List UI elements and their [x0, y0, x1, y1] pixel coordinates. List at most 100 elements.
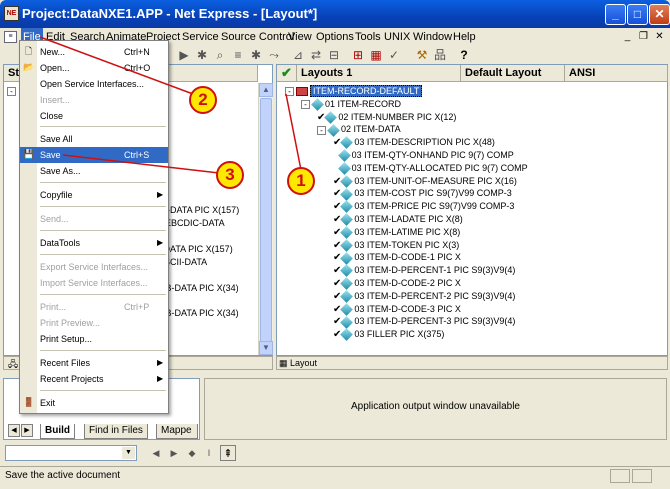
column-default-layout[interactable]: Default Layout	[461, 65, 565, 82]
left-fragment-6: MB-DATA PIC X(34)	[158, 308, 239, 318]
menu-tools[interactable]: Tools	[353, 28, 383, 46]
move-top-icon[interactable]: ⇞	[220, 445, 236, 461]
tree-node[interactable]: ✔ 03 ITEM-UNIT-OF-MEASURE PIC X(16)	[333, 174, 517, 188]
grid-icon[interactable]: ▦	[368, 47, 384, 63]
mdi-restore-button[interactable]: ❐	[636, 30, 651, 43]
tree-node-label: 03 ITEM-PRICE PIC S9(7)V99 COMP-3	[354, 201, 515, 212]
watch-icon[interactable]: ≡	[230, 47, 246, 63]
scroll-down-button[interactable]: ▼	[259, 341, 273, 355]
file-menu-item[interactable]: DataTools ▶	[20, 235, 168, 251]
layout-icon[interactable]: ⊿	[290, 47, 306, 63]
menu-separator	[40, 230, 166, 231]
tree-node[interactable]: ✔ 03 ITEM-LADATE PIC X(8)	[333, 213, 463, 226]
file-menu-item[interactable]: 📂 Open... Ctrl+O	[20, 60, 168, 76]
collapse-toggle[interactable]: -	[301, 99, 310, 109]
column-ansi[interactable]: ANSI	[565, 65, 668, 82]
file-menu-item[interactable]: Close	[20, 108, 168, 124]
menu-unix[interactable]: UNIX	[382, 28, 412, 46]
context-help-icon[interactable]: ?	[456, 47, 472, 63]
tree-node[interactable]: ✔ 03 ITEM-D-PERCENT-1 PIC S9(3)V9(4)	[333, 264, 515, 278]
file-menu-item[interactable]: Save As...	[20, 163, 168, 179]
file-menu-item[interactable]: Print Setup...	[20, 331, 168, 347]
field-diamond-icon	[311, 98, 324, 111]
prev-icon[interactable]: ◀	[148, 445, 164, 461]
tab-scroll-left[interactable]: ◀	[8, 424, 20, 437]
table-icon[interactable]: ⊞	[350, 47, 366, 63]
file-menu-item[interactable]: Copyfile ▶	[20, 187, 168, 203]
tab-mapper[interactable]: Mappe	[156, 424, 198, 439]
tree-node[interactable]: - 01 ITEM-RECORD	[301, 98, 401, 111]
file-menu-item[interactable]: 💾 Save Ctrl+S	[20, 147, 168, 163]
zoom-icon[interactable]: ⌕	[212, 47, 228, 63]
file-menu-item[interactable]: Recent Projects ▶	[20, 371, 168, 387]
document-icon[interactable]: ≡	[4, 31, 17, 43]
tree-node-label: 03 ITEM-UNIT-OF-MEASURE PIC X(16)	[354, 175, 517, 186]
merge-icon[interactable]: ⊟	[326, 47, 342, 63]
tree-node[interactable]: ✔ 03 ITEM-TOKEN PIC X(3)	[333, 238, 459, 252]
menu-window[interactable]: Window	[411, 28, 454, 46]
close-button[interactable]: ✕	[649, 4, 670, 25]
cursor-icon[interactable]: I	[201, 445, 217, 461]
run-icon[interactable]: ✱	[194, 47, 210, 63]
file-menu-item[interactable]: Recent Files ▶	[20, 355, 168, 371]
next-icon[interactable]: ▶	[166, 445, 182, 461]
mdi-close-button[interactable]: ✕	[652, 30, 667, 43]
checkmark-icon[interactable]: ✓	[386, 47, 402, 63]
tree-node[interactable]: ✔ 03 ITEM-D-CODE-2 PIC X	[333, 277, 461, 290]
tree-node-label: 03 ITEM-DESCRIPTION PIC X(48)	[354, 137, 495, 148]
tree-node[interactable]: ✔ 03 ITEM-COST PIC S9(7)V99 COMP-3	[333, 187, 512, 201]
file-menu-item[interactable]: Save All	[20, 131, 168, 147]
tree-node[interactable]: ✔ 02 ITEM-NUMBER PIC X(12)	[317, 110, 456, 124]
collapse-toggle[interactable]: -	[285, 87, 294, 97]
tree-node[interactable]: 03 ITEM-QTY-ONHAND PIC 9(7) COMP	[333, 149, 514, 162]
menu-view[interactable]: View	[286, 28, 314, 46]
file-menu-item[interactable]: 🚪 Exit	[20, 395, 168, 411]
mdi-minimize-button[interactable]: _	[620, 30, 635, 43]
expand-toggle[interactable]: -	[7, 87, 16, 96]
minimize-button[interactable]: _	[605, 4, 626, 25]
file-menu-item[interactable]: 🗋 New... Ctrl+N	[20, 44, 168, 60]
tree-root-node[interactable]: - ITEM-RECORD-DEFAULT	[285, 85, 423, 98]
left-fragment-3: I-DATA PIC X(157)	[158, 244, 233, 254]
menu-source-control[interactable]: Source Control	[219, 28, 296, 46]
app-icon[interactable]: NE	[4, 6, 19, 21]
tab-find-in-files[interactable]: Find in Files	[84, 424, 148, 439]
tree-node[interactable]: ✔ 03 FILLER PIC X(375)	[333, 328, 444, 342]
tab-scroll-right[interactable]: ▶	[21, 424, 33, 437]
tree-node[interactable]: ✔ 03 ITEM-DESCRIPTION PIC X(48)	[333, 136, 495, 150]
tree-node[interactable]: 03 ITEM-QTY-ALLOCATED PIC 9(7) COMP	[333, 162, 528, 175]
field-diamond-icon	[324, 110, 338, 124]
file-menu-item-label: Save As...	[40, 166, 81, 176]
output-message: Application output window unavailable	[350, 401, 520, 412]
tree-node[interactable]: ✔ 03 ITEM-D-CODE-3 PIC X	[333, 302, 461, 316]
tree-node[interactable]: ✔ 03 ITEM-D-CODE-1 PIC X	[333, 251, 461, 265]
tab-layout[interactable]: Layout	[290, 357, 317, 370]
tree-view-icon[interactable]: 🖧	[8, 357, 18, 373]
breakpoint-icon[interactable]: ✱	[248, 47, 264, 63]
collapse-toggle[interactable]: -	[317, 125, 326, 135]
left-vertical-scrollbar[interactable]: ▲ ▼	[258, 83, 273, 355]
expand-icon[interactable]: ◆	[184, 445, 200, 461]
step-over-icon[interactable]: ⤳	[266, 47, 282, 63]
tree-node[interactable]: ✔ 03 ITEM-PRICE PIC S9(7)V99 COMP-3	[333, 200, 515, 214]
dropdown-arrow-icon[interactable]: ▼	[122, 447, 135, 459]
compare-icon[interactable]: ⇄	[308, 47, 324, 63]
org-chart-icon[interactable]: 品	[432, 47, 448, 63]
column-layouts[interactable]: Layouts 1	[297, 65, 461, 82]
combo-box[interactable]: ▼	[5, 445, 137, 461]
file-menu-item[interactable]: Open Service Interfaces...	[20, 76, 168, 92]
tree-node[interactable]: - 02 ITEM-DATA	[317, 123, 401, 137]
tree-node[interactable]: ✔ 03 ITEM-LATIME PIC X(8)	[333, 226, 460, 239]
build-icon[interactable]: ⚒	[414, 47, 430, 63]
tree-node[interactable]: ✔ 03 ITEM-D-PERCENT-3 PIC S9(3)V9(4)	[333, 315, 515, 329]
maximize-button[interactable]: □	[627, 4, 648, 25]
tree-node[interactable]: ✔ 03 ITEM-D-PERCENT-2 PIC S9(3)V9(4)	[333, 290, 515, 303]
tab-build[interactable]: Build	[40, 424, 75, 439]
animate-step-icon[interactable]: ▶	[176, 47, 192, 63]
field-diamond-icon	[340, 302, 354, 316]
scroll-thumb[interactable]	[260, 98, 272, 342]
scroll-up-button[interactable]: ▲	[259, 83, 273, 97]
menu-help[interactable]: Help	[451, 28, 478, 46]
menu-options[interactable]: Options	[314, 28, 356, 46]
menu-service[interactable]: Service	[180, 28, 221, 46]
